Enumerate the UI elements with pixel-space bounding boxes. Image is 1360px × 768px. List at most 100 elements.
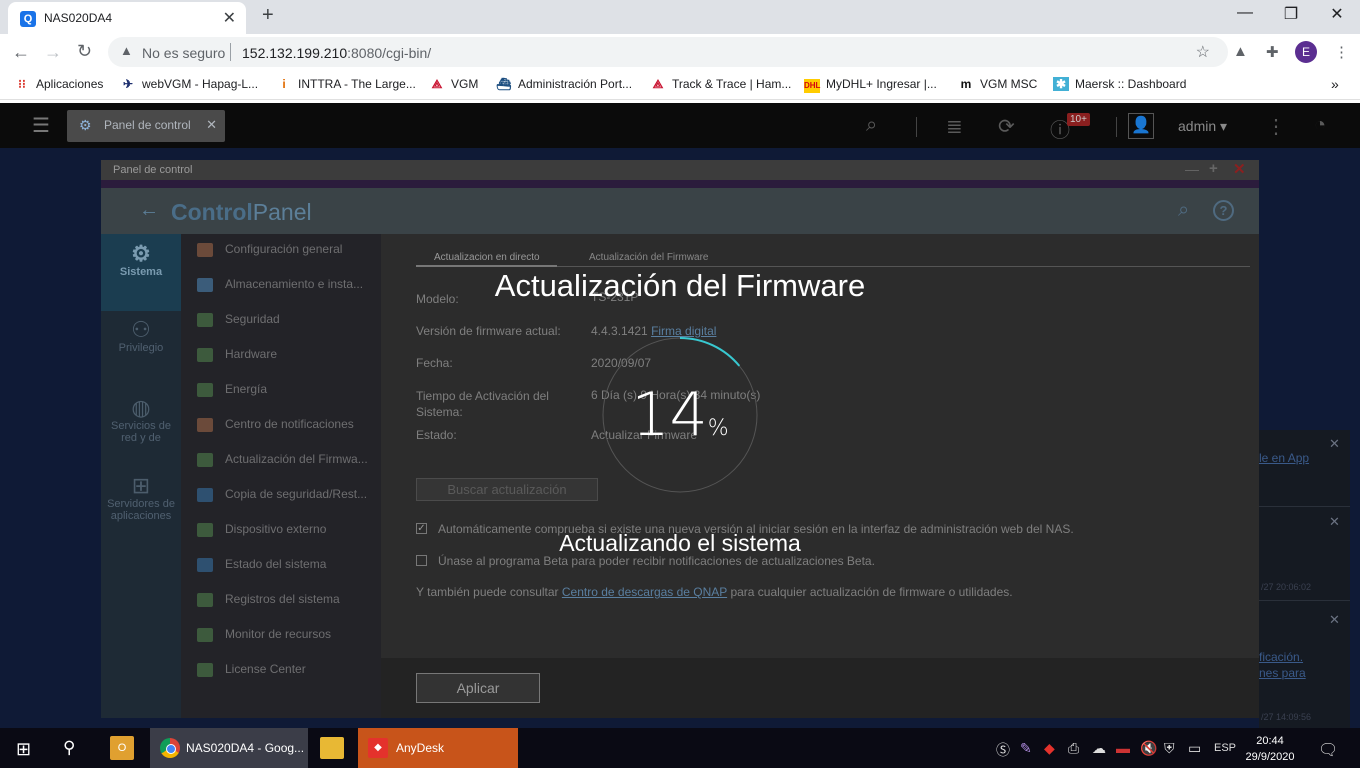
- bookmark-star-icon[interactable]: ☆: [1196, 42, 1210, 62]
- apply-button[interactable]: Aplicar: [416, 673, 540, 703]
- search-icon[interactable]: ⚲: [63, 738, 75, 758]
- bookmark-inttra[interactable]: i INTTRA - The Large...: [276, 77, 416, 91]
- notification-link[interactable]: le en App: [1259, 451, 1309, 465]
- bookmark-vgm[interactable]: ⟁ VGM: [429, 77, 479, 92]
- auto-check-checkbox[interactable]: ✓: [416, 523, 427, 534]
- menu-item-label: Configuración general: [225, 242, 343, 256]
- notification-link[interactable]: nes para: [1259, 666, 1306, 680]
- menu-item[interactable]: Centro de notificaciones: [197, 417, 381, 432]
- search-icon[interactable]: ⌕: [866, 114, 877, 137]
- search-icon[interactable]: ⌕: [1178, 199, 1189, 222]
- network-error-icon[interactable]: ▬: [1116, 740, 1130, 756]
- bookmark-webvgm[interactable]: ✈ webVGM - Hapag-L...: [120, 77, 258, 91]
- bookmark-mydhl[interactable]: DHL MyDHL+ Ingresar |...: [804, 77, 937, 93]
- maersk-star-icon: ✱: [1053, 77, 1069, 91]
- taskbar-anydesk-label: AnyDesk: [396, 741, 445, 755]
- more-options-icon[interactable]: ⋮: [1266, 114, 1286, 139]
- menu-item[interactable]: Hardware: [197, 347, 381, 362]
- beta-program-checkbox[interactable]: [416, 555, 427, 566]
- nas-open-app-tab[interactable]: ⚙ Panel de control ✕: [67, 110, 225, 142]
- maximize-icon[interactable]: +: [1209, 160, 1218, 177]
- menu-item[interactable]: Configuración general: [197, 242, 381, 257]
- dashboard-gauge-icon[interactable]: ◔: [1314, 114, 1326, 137]
- category-privilegio[interactable]: ⚇ Privilegio: [101, 319, 181, 355]
- category-sistema[interactable]: ⚙ Sistema: [101, 243, 181, 279]
- anydesk-tray-icon[interactable]: ◆: [1044, 740, 1055, 757]
- extensions-puzzle-icon[interactable]: ✚: [1266, 43, 1279, 61]
- menu-item[interactable]: Dispositivo externo: [197, 522, 381, 537]
- back-arrow-icon[interactable]: ←: [12, 42, 30, 63]
- security-shield-icon[interactable]: ⛨: [1164, 740, 1175, 757]
- restore-window-icon[interactable]: ❐: [1268, 4, 1314, 24]
- volume-muted-icon[interactable]: 🔇: [1140, 740, 1157, 757]
- menu-item[interactable]: Actualización del Firmwa...: [197, 452, 381, 467]
- pen-icon[interactable]: ✎: [1020, 740, 1032, 757]
- user-menu[interactable]: admin ▾: [1178, 118, 1227, 135]
- new-tab-icon[interactable]: +: [262, 4, 274, 27]
- task-stack-icon[interactable]: ≣: [946, 114, 963, 139]
- minimize-icon[interactable]: —: [1185, 161, 1199, 177]
- tab-actualizacion-directo[interactable]: Actualizacion en directo: [434, 252, 540, 263]
- profile-avatar[interactable]: E: [1295, 41, 1317, 63]
- back-arrow-icon[interactable]: ←: [139, 199, 159, 222]
- category-servicios-red[interactable]: ◍ Servicios de red y de: [101, 395, 181, 445]
- inttra-icon: i: [282, 77, 286, 91]
- printer-icon[interactable]: ⎙: [1068, 740, 1079, 757]
- address-bar[interactable]: ▲ No es seguro 152.132.199.210:8080/cgi-…: [108, 37, 1228, 67]
- menu-item[interactable]: Estado del sistema: [197, 557, 381, 572]
- browser-tab[interactable]: Q NAS020DA4 ✕: [8, 2, 246, 34]
- cloud-sync-icon[interactable]: ☁: [1092, 740, 1106, 757]
- bookmark-vgm-msc[interactable]: m VGM MSC: [958, 77, 1038, 91]
- search-update-button[interactable]: Buscar actualización: [416, 478, 598, 501]
- close-icon[interactable]: ✕: [1233, 160, 1246, 178]
- bookmark-track-trace[interactable]: ⟁ Track & Trace | Ham...: [650, 77, 792, 92]
- bookmark-aplicaciones[interactable]: ⁝⁝ Aplicaciones: [14, 77, 103, 91]
- help-icon[interactable]: ?: [1213, 200, 1234, 221]
- globe-icon: ◍: [131, 395, 151, 420]
- close-notification-icon[interactable]: ✕: [1329, 436, 1340, 452]
- progress-value: 14: [631, 380, 708, 450]
- bookmarks-overflow-icon[interactable]: »: [1331, 76, 1339, 92]
- menu-item[interactable]: Seguridad: [197, 312, 381, 327]
- hamburger-menu-icon[interactable]: ☰: [32, 113, 50, 138]
- action-center-icon[interactable]: 🗨: [1318, 740, 1338, 760]
- language-indicator[interactable]: ESP: [1214, 742, 1236, 754]
- close-notification-icon[interactable]: ✕: [1329, 612, 1340, 628]
- sync-icon[interactable]: ⟳: [998, 114, 1015, 139]
- chrome-menu-icon[interactable]: ⋮: [1334, 43, 1349, 61]
- menu-item[interactable]: Monitor de recursos: [197, 627, 381, 642]
- minimize-window-icon[interactable]: —: [1222, 4, 1268, 22]
- close-tab-icon[interactable]: ✕: [223, 8, 236, 28]
- bookmark-maersk[interactable]: ✱ Maersk :: Dashboard: [1053, 77, 1186, 91]
- network-icon[interactable]: ▭: [1188, 740, 1201, 757]
- menu-item[interactable]: Almacenamiento e insta...: [197, 277, 381, 292]
- close-notification-icon[interactable]: ✕: [1329, 514, 1340, 530]
- file-explorer-icon[interactable]: [320, 737, 344, 759]
- forward-arrow-icon[interactable]: →: [44, 42, 62, 63]
- hamburg-sud-icon: ⟁: [652, 77, 664, 91]
- download-center-link[interactable]: Centro de descargas de QNAP: [562, 585, 727, 599]
- user-avatar-icon[interactable]: 👤: [1128, 113, 1154, 139]
- state-label: Estado:: [416, 428, 457, 442]
- system-clock[interactable]: 20:44 29/9/2020: [1240, 733, 1300, 765]
- menu-item[interactable]: License Center: [197, 662, 381, 677]
- menu-item[interactable]: Copia de seguridad/Rest...: [197, 487, 381, 502]
- menu-item-label: Hardware: [225, 347, 278, 361]
- windows-start-icon[interactable]: ⊞: [16, 739, 31, 760]
- close-app-tab-icon[interactable]: ✕: [206, 117, 217, 133]
- window-title: Panel de control: [113, 164, 193, 176]
- skype-icon[interactable]: Ⓢ: [996, 740, 1010, 760]
- reload-icon[interactable]: ↻: [77, 41, 92, 62]
- category-servidores-aplicaciones[interactable]: ⊞ Servidores de aplicaciones: [101, 475, 181, 523]
- outlook-icon[interactable]: O: [110, 736, 134, 760]
- menu-item[interactable]: Energía: [197, 382, 381, 397]
- url-text[interactable]: 152.132.199.210:8080/cgi-bin/: [242, 45, 431, 61]
- bookmark-administracion[interactable]: ⛴ Administración Port...: [496, 77, 632, 91]
- taskbar-anydesk-window[interactable]: ◆ AnyDesk: [358, 728, 518, 768]
- taskbar-chrome-window[interactable]: NAS020DA4 - Goog...: [150, 728, 308, 768]
- close-window-icon[interactable]: ✕: [1314, 4, 1360, 24]
- drive-extension-icon[interactable]: ▲: [1233, 43, 1248, 60]
- menu-item[interactable]: Registros del sistema: [197, 592, 381, 607]
- notification-link[interactable]: ficación.: [1259, 650, 1303, 664]
- tab-actualizacion-firmware[interactable]: Actualización del Firmware: [589, 252, 709, 263]
